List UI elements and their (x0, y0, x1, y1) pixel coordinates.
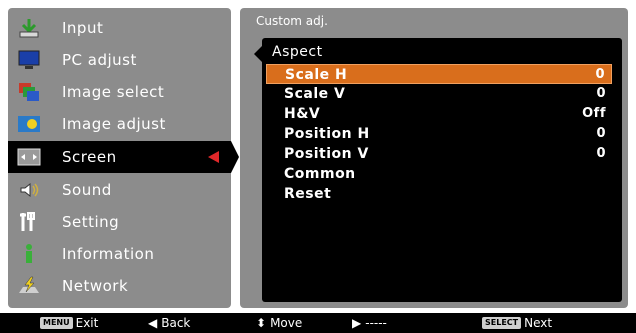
input-icon (16, 17, 42, 39)
menu-item-label: Setting (62, 213, 120, 231)
menu-item-screen[interactable]: Screen (8, 141, 239, 173)
row-label: Scale H (285, 67, 348, 83)
footer-bar: MENU Exit ◀ Back ⬍ Move ▶ ----- SELECT N… (0, 313, 636, 333)
menu-item-pc-adjust[interactable]: PC adjust (8, 44, 231, 76)
select-label: Next (524, 316, 553, 330)
menu-item-label: Image select (62, 83, 165, 101)
screen-icon (16, 146, 42, 168)
footer-next-arrow[interactable]: ▶ ----- (352, 316, 387, 330)
projector-menu: Input PC adjust Image select Image adjus… (0, 0, 636, 333)
row-value: Off (582, 106, 606, 121)
menu-item-label: Information (62, 245, 155, 263)
menu-item-network[interactable]: Network (8, 270, 231, 302)
exit-label: Exit (75, 316, 99, 330)
image-select-icon (16, 81, 42, 103)
back-label: Back (161, 316, 191, 330)
menu-item-label: Input (62, 19, 104, 37)
setting-icon (16, 211, 42, 233)
left-arrow-icon: ◀ (148, 316, 158, 330)
select-key-icon: SELECT (482, 317, 522, 329)
main-menu: Input PC adjust Image select Image adjus… (8, 8, 239, 308)
selection-arrow-icon (208, 151, 219, 163)
image-adjust-icon (16, 113, 42, 135)
footer-back[interactable]: ◀ Back (148, 316, 190, 330)
footer-move[interactable]: ⬍ Move (256, 316, 302, 330)
row-value: 0 (596, 86, 606, 101)
row-h-and-v[interactable]: H&V Off (266, 104, 612, 124)
footer-select[interactable]: SELECT Next (482, 316, 552, 330)
information-icon (16, 243, 42, 265)
menu-item-label: Screen (62, 148, 117, 166)
row-scale-v[interactable]: Scale V 0 (266, 84, 612, 104)
network-icon (16, 275, 42, 297)
settings-panel: Custom adj. Aspect Scale H 0 Scale V 0 H… (240, 8, 628, 308)
right-arrow-icon: ▶ (352, 316, 362, 330)
row-label: Position H (284, 126, 370, 142)
panel-title: Custom adj. (256, 14, 328, 28)
row-label: H&V (284, 106, 321, 122)
aspect-submenu: Aspect Scale H 0 Scale V 0 H&V Off Posit… (254, 38, 622, 302)
menu-item-image-adjust[interactable]: Image adjust (8, 108, 231, 140)
selection-notch (231, 141, 239, 173)
row-scale-h[interactable]: Scale H 0 (266, 64, 612, 84)
row-value: 0 (596, 126, 606, 141)
row-reset[interactable]: Reset (266, 184, 612, 204)
submenu-notch (254, 46, 262, 62)
row-label: Scale V (284, 86, 346, 102)
menu-item-label: Image adjust (62, 115, 166, 133)
menu-item-setting[interactable]: Setting (8, 206, 231, 238)
pc-adjust-icon (16, 49, 42, 71)
menu-item-information[interactable]: Information (8, 238, 231, 270)
menu-item-image-select[interactable]: Image select (8, 76, 231, 108)
menu-item-sound[interactable]: Sound (8, 174, 231, 206)
menu-item-label: Sound (62, 181, 112, 199)
submenu-title: Aspect (272, 44, 323, 60)
menu-item-input[interactable]: Input (8, 12, 231, 44)
sound-icon (16, 179, 42, 201)
menu-item-label: Network (62, 277, 129, 295)
row-label: Reset (284, 186, 332, 202)
row-position-h[interactable]: Position H 0 (266, 124, 612, 144)
row-value: 0 (595, 67, 605, 82)
row-value: 0 (596, 146, 606, 161)
row-label: Common (284, 166, 356, 182)
menu-key-icon: MENU (40, 317, 73, 329)
row-position-v[interactable]: Position V 0 (266, 144, 612, 164)
move-label: Move (270, 316, 303, 330)
menu-item-label: PC adjust (62, 51, 137, 69)
row-common[interactable]: Common (266, 164, 612, 184)
row-label: Position V (284, 146, 369, 162)
footer-exit[interactable]: MENU Exit (40, 316, 98, 330)
up-down-arrow-icon: ⬍ (256, 316, 267, 330)
next-placeholder: ----- (365, 316, 387, 330)
